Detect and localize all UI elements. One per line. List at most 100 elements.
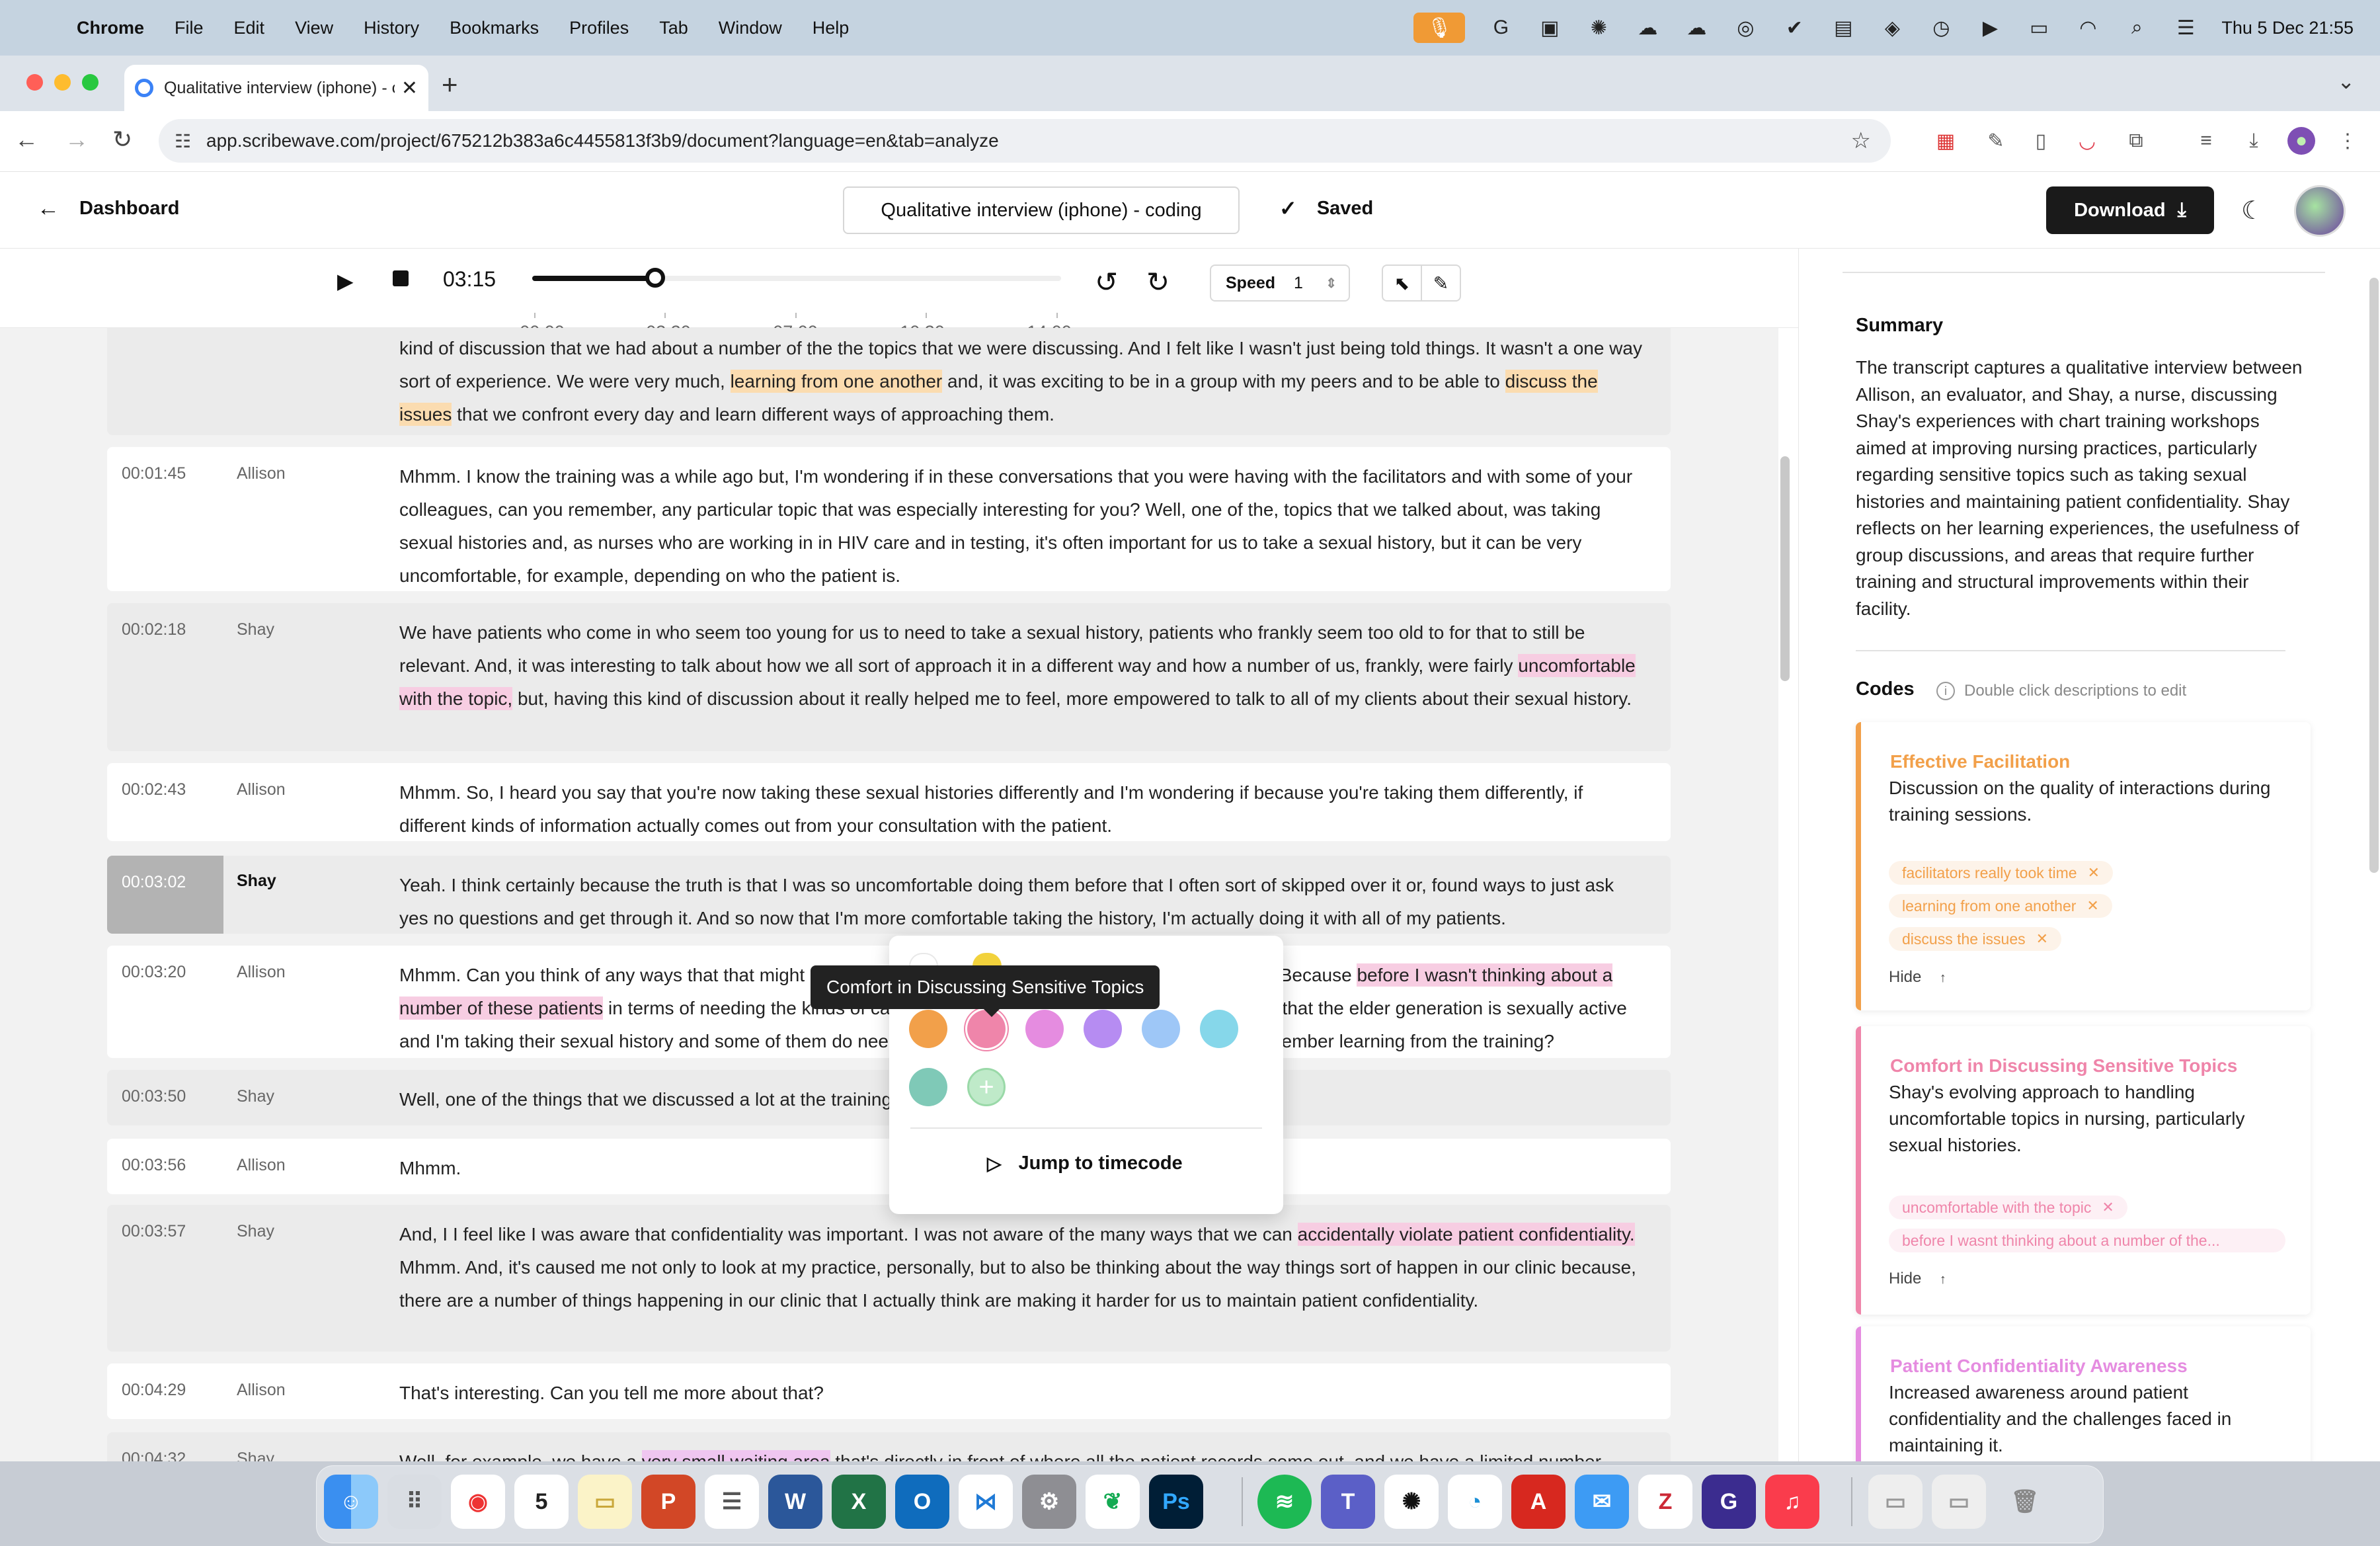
coded-highlight[interactable]: accidentally violate patient confidentia… [1297,1223,1635,1246]
code-title[interactable]: Effective Facilitation [1890,751,2070,772]
row-speaker[interactable]: Allison [237,464,286,483]
bookmark-star-icon[interactable]: ☆ [1851,128,1871,154]
extension-doc-icon[interactable]: ▯ [2027,127,2055,155]
color-swatch[interactable] [909,1068,947,1106]
address-bar[interactable]: ☷ app.scribewave.com/project/675212b383a… [159,119,1891,163]
row-text[interactable]: kind of discussion that we had about a n… [399,332,1642,431]
row-timestamp[interactable]: 00:03:02 [122,873,186,892]
row-text[interactable]: We have patients who come in who seem to… [399,616,1642,715]
wifi-icon[interactable]: ◠ [2075,15,2101,41]
download-button[interactable]: Download ⤓ [2046,186,2214,234]
outlook-icon[interactable]: O [895,1475,949,1529]
row-speaker[interactable]: Shay [237,1222,274,1241]
document-title-field[interactable]: Qualitative interview (iphone) - coding [843,186,1240,234]
row-speaker[interactable]: Allison [237,1381,286,1400]
tab-search-icon[interactable]: ⌄ [2337,69,2355,94]
media-play-icon[interactable]: ▶ [1977,15,2003,41]
code-title[interactable]: Patient Confidentiality Awareness [1890,1356,2188,1377]
code-description[interactable]: Increased awareness around patient confi… [1889,1379,2292,1459]
profile-avatar-icon[interactable]: ● [2287,127,2315,155]
photoshop-icon[interactable]: Ps [1149,1475,1203,1529]
vscode-icon[interactable]: ⋈ [959,1475,1013,1529]
row-timestamp[interactable]: 00:02:43 [122,780,186,799]
apple-menu-icon[interactable] [25,15,52,41]
transcript-row[interactable]: 00:02:43 Allison Mhmm. So, I heard you say… [107,763,1671,841]
downloads-icon[interactable]: ⤓ [2240,127,2268,155]
reminders-icon[interactable]: ☰ [705,1475,759,1529]
row-speaker[interactable]: Shay [237,1087,274,1106]
code-card[interactable]: Comfort in Discussing Sensitive Topics Sh… [1856,1026,2311,1315]
code-card[interactable]: Patient Confidentiality Awareness Increas… [1856,1326,2311,1461]
pocket-icon[interactable]: ◡ [2073,127,2101,155]
row-speaker[interactable]: Shay [237,1449,274,1461]
timeline-track[interactable]: 00:00 03:30 07:00 10:30 14:00 [520,268,1072,342]
time-machine-icon[interactable]: ◷ [1928,15,1954,41]
openai-icon[interactable]: ✺ [1585,15,1612,41]
acrobat-icon[interactable]: A [1511,1475,1566,1529]
row-speaker[interactable]: Allison [237,963,286,982]
spotify-icon[interactable]: ≋ [1257,1475,1312,1529]
row-text[interactable]: Well, for example, we have a very small … [399,1445,1642,1461]
system-settings-icon[interactable]: ⚙ [1022,1475,1076,1529]
transcript-row[interactable]: Shaykind of discussion that we had about… [107,328,1671,435]
user-avatar[interactable] [2294,185,2346,237]
extensions-puzzle-icon[interactable]: ⧉ [2122,127,2150,155]
speed-select[interactable]: Speed 1 ⇕ [1210,264,1350,302]
color-swatch[interactable] [1025,1010,1064,1048]
dashboard-back-link[interactable]: ← Dashboard [37,196,179,222]
teams-icon[interactable]: T [1321,1475,1375,1529]
panel-scrollbar[interactable] [2369,278,2379,873]
code-excerpt-chip[interactable]: discuss the issues ✕ [1889,927,2062,951]
rewind-10-icon[interactable]: ↺ [1095,266,1118,298]
word-icon[interactable]: W [768,1475,822,1529]
coded-highlight[interactable]: very small waiting area [641,1450,830,1461]
check-circle-icon[interactable]: ✔ [1781,15,1807,41]
hide-excerpts-button[interactable]: Hide ↑ [1889,968,1946,987]
code-description[interactable]: Shay's evolving approach to handling unc… [1889,1079,2292,1159]
forward-10-icon[interactable]: ↻ [1146,266,1170,298]
menu-tab[interactable]: Tab [659,18,688,38]
color-swatch[interactable] [1142,1010,1180,1048]
remove-chip-icon[interactable]: ✕ [2036,930,2048,948]
new-tab-icon[interactable]: + [442,69,458,101]
code-excerpt-chip[interactable]: before I wasnt thinking about a number o… [1889,1229,2285,1252]
chrome-menu-icon[interactable]: ⋮ [2334,127,2361,155]
transcript-row[interactable]: 00:03:57 Shay And, I I feel like I was awa… [107,1205,1671,1352]
color-swatch-yellow[interactable] [972,953,1002,966]
finder-icon[interactable]: ☺ [324,1475,378,1529]
menu-file[interactable]: File [175,18,204,38]
screenshot-icon[interactable]: ▣ [1536,15,1563,41]
color-swatch-white[interactable] [909,953,938,966]
control-center-icon[interactable]: ☰ [2172,15,2199,41]
microphone-icon[interactable]: 🎙 [1413,13,1466,43]
back-arrow-icon[interactable]: ← [15,126,38,153]
battery-icon[interactable]: ▭ [2026,15,2052,41]
code-excerpt-chip[interactable]: uncomfortable with the topic ✕ [1889,1196,2127,1219]
zotero-icon[interactable]: Z [1638,1475,1692,1529]
mongodb-icon[interactable]: ❦ [1086,1475,1140,1529]
excel-icon[interactable]: X [832,1475,886,1529]
calendar-icon[interactable]: 5 [514,1475,569,1529]
zoom-window-button[interactable] [82,74,99,91]
spotlight-search-icon[interactable]: ⌕ [2123,15,2150,41]
trash-icon[interactable]: 🗑 [1998,1475,2052,1529]
coded-highlight[interactable]: learning from one another [730,370,943,393]
row-timestamp[interactable]: 00:03:20 [122,963,186,982]
row-timestamp[interactable]: 00:01:45 [122,464,186,483]
extension-brush-icon[interactable]: ✎ [1982,127,2010,155]
menu-edit[interactable]: Edit [234,18,265,38]
chrome-icon[interactable]: ◉ [451,1475,505,1529]
transcript-row[interactable]: 00:03:02 Shay Yeah. I think certainly beca… [107,856,1671,934]
row-speaker[interactable]: Allison [237,1156,286,1175]
row-text[interactable]: Mhmm. I know the training was a while ag… [399,460,1642,592]
color-swatch[interactable] [1084,1010,1122,1048]
forward-arrow-icon[interactable]: → [65,126,89,153]
row-speaker[interactable]: Allison [237,780,286,799]
add-code-icon[interactable]: + [967,1068,1006,1106]
row-text[interactable]: That's interesting. Can you tell me more… [399,1377,1642,1410]
menu-bookmarks[interactable]: Bookmarks [450,18,539,38]
edge-icon[interactable]: ◔ [1448,1475,1502,1529]
menubar-clock[interactable]: Thu 5 Dec 21:55 [2221,18,2354,38]
powerpoint-icon[interactable]: P [641,1475,695,1529]
row-timestamp[interactable]: 00:03:50 [122,1087,186,1106]
